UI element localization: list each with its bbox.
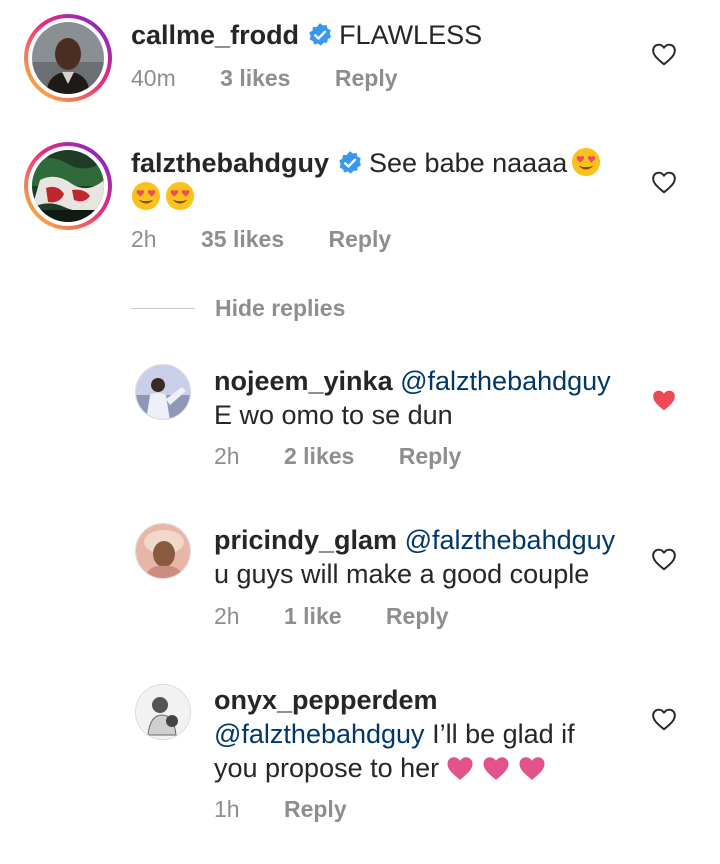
- username[interactable]: nojeem_yinka: [214, 366, 393, 396]
- pink-heart-emoji-icon: [447, 757, 473, 780]
- verified-badge-icon: [339, 151, 362, 174]
- timestamp: 2h: [214, 443, 240, 469]
- mention-link[interactable]: @falzthebahdguy: [405, 525, 616, 555]
- username[interactable]: falzthebahdguy: [131, 148, 329, 178]
- hide-replies-label: Hide replies: [215, 294, 346, 321]
- heart-eyes-emoji-icon: [165, 181, 195, 211]
- comment-text: FLAWLESS: [339, 20, 483, 50]
- verified-badge-icon: [309, 23, 332, 46]
- comment-text: E wo omo to se dun: [214, 400, 453, 430]
- likes-count[interactable]: 2 likes: [284, 442, 354, 470]
- reply-button[interactable]: Reply: [386, 602, 449, 630]
- likes-count[interactable]: 35 likes: [201, 225, 284, 253]
- likes-count[interactable]: 3 likes: [220, 64, 290, 92]
- comment-meta: 2h 1 like Reply: [214, 602, 449, 630]
- heart-eyes-emoji-icon: [131, 181, 161, 211]
- avatar: [32, 150, 104, 222]
- comment-meta: 2h 35 likes Reply: [131, 225, 391, 253]
- divider: [131, 307, 195, 309]
- heart-filled-icon[interactable]: [651, 388, 677, 412]
- mention-link[interactable]: @falzthebahdguy: [400, 366, 611, 396]
- pink-heart-emoji-icon: [483, 757, 509, 780]
- comment-meta: 2h 2 likes Reply: [214, 442, 461, 470]
- reply-button[interactable]: Reply: [284, 795, 347, 823]
- comment-meta: 1h Reply: [214, 795, 347, 823]
- hide-replies-toggle[interactable]: Hide replies: [131, 291, 345, 325]
- username[interactable]: callme_frodd: [131, 20, 299, 50]
- username[interactable]: onyx_pepperdem: [214, 685, 438, 715]
- comment-text-line2: you propose to her: [214, 753, 440, 783]
- comment-text: u guys will make a good couple: [214, 559, 590, 589]
- comment-body: onyx_pepperdem @falzthebahdguy I’ll be gl…: [214, 683, 654, 785]
- heart-eyes-emoji-icon: [572, 147, 601, 177]
- heart-outline-icon[interactable]: [651, 42, 677, 66]
- avatar: [32, 22, 104, 94]
- comment-text: See babe naaaa: [369, 148, 568, 178]
- comment-body: callme_frodd FLAWLESS: [131, 18, 651, 52]
- comment-body: falzthebahdguy See babe naaaa: [131, 146, 631, 214]
- avatar-story-ring[interactable]: [24, 14, 112, 102]
- comment-text-line1: I’ll be glad if: [432, 719, 575, 749]
- timestamp: 2h: [214, 603, 240, 629]
- username[interactable]: pricindy_glam: [214, 525, 397, 555]
- pink-heart-emoji-icon: [519, 757, 545, 780]
- comment-meta: 40m 3 likes Reply: [131, 64, 398, 92]
- timestamp: 40m: [131, 65, 176, 91]
- avatar-story-ring[interactable]: [24, 142, 112, 230]
- heart-outline-icon[interactable]: [651, 707, 677, 731]
- avatar[interactable]: [135, 523, 191, 579]
- avatar[interactable]: [135, 364, 191, 420]
- heart-outline-icon[interactable]: [651, 170, 677, 194]
- timestamp: 2h: [131, 226, 157, 252]
- reply-button[interactable]: Reply: [399, 442, 462, 470]
- comment-body: nojeem_yinka @falzthebahdguy E wo omo to …: [214, 364, 654, 432]
- heart-outline-icon[interactable]: [651, 547, 677, 571]
- avatar[interactable]: [135, 684, 191, 740]
- mention-link[interactable]: @falzthebahdguy: [214, 719, 425, 749]
- reply-button[interactable]: Reply: [335, 64, 398, 92]
- likes-count[interactable]: 1 like: [284, 602, 342, 630]
- timestamp: 1h: [214, 796, 240, 822]
- reply-button[interactable]: Reply: [329, 225, 392, 253]
- comment-body: pricindy_glam @falzthebahdguy u guys will…: [214, 523, 654, 591]
